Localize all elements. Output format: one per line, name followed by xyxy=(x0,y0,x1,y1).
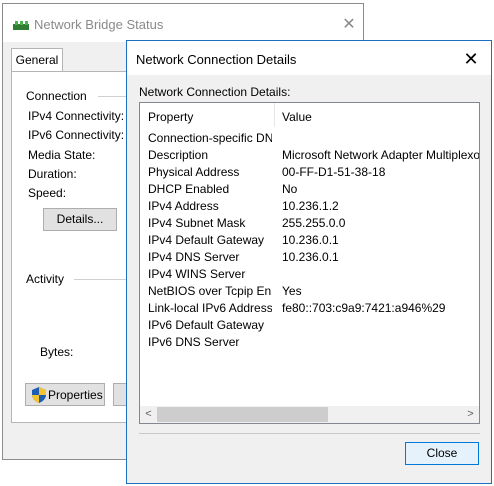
network-connection-details-dialog: Network Connection Details ✕ Network Con… xyxy=(126,40,492,484)
value-cell: Microsoft Network Adapter Multiplexor Dr… xyxy=(282,148,479,162)
bg-close-button[interactable]: ✕ xyxy=(339,15,359,35)
dialog-divider xyxy=(139,433,480,434)
table-row[interactable]: Link-local IPv6 Address fe80::703:c9a9:7… xyxy=(140,300,479,317)
table-row[interactable]: NetBIOS over Tcpip En... Yes xyxy=(140,283,479,300)
value-cell: 10.236.1.2 xyxy=(282,199,339,213)
properties-button[interactable]: Properties xyxy=(25,383,105,406)
property-cell: Connection-specific DN... xyxy=(148,131,272,145)
column-header-value[interactable]: Value xyxy=(282,110,312,124)
table-row[interactable]: Connection-specific DN... xyxy=(140,130,479,147)
value-cell: fe80::703:c9a9:7421:a946%29 xyxy=(282,301,446,315)
property-cell: IPv4 DNS Server xyxy=(148,250,240,264)
table-row[interactable]: IPv4 Subnet Mask 255.255.0.0 xyxy=(140,215,479,232)
property-cell: Physical Address xyxy=(148,165,240,179)
table-row[interactable]: Description Microsoft Network Adapter Mu… xyxy=(140,147,479,164)
media-state-label: Media State: xyxy=(28,148,96,162)
activity-group-label: Activity xyxy=(26,272,65,286)
property-cell: DHCP Enabled xyxy=(148,182,230,196)
properties-button-label: Properties xyxy=(48,388,103,402)
dialog-title: Network Connection Details xyxy=(136,52,297,67)
property-cell: IPv4 Default Gateway xyxy=(148,233,265,247)
details-caption: Network Connection Details: xyxy=(139,85,291,99)
value-cell: 10.236.0.1 xyxy=(282,250,339,264)
value-cell: 255.255.0.0 xyxy=(282,216,346,230)
property-cell: IPv4 Subnet Mask xyxy=(148,216,246,230)
property-cell: IPv4 Address xyxy=(148,199,219,213)
horizontal-scrollbar[interactable]: < > xyxy=(140,406,479,423)
table-row[interactable]: IPv4 DNS Server 10.236.0.1 xyxy=(140,249,479,266)
table-row[interactable]: IPv4 Default Gateway 10.236.0.1 xyxy=(140,232,479,249)
value-cell: Yes xyxy=(282,284,302,298)
ipv4-connectivity-label: IPv4 Connectivity: xyxy=(28,109,125,123)
table-row[interactable]: IPv6 Default Gateway xyxy=(140,317,479,334)
value-cell: 00-FF-D1-51-38-18 xyxy=(282,165,386,179)
scroll-left-icon[interactable]: < xyxy=(140,406,157,423)
close-button[interactable]: Close xyxy=(405,442,479,465)
column-header-property[interactable]: Property xyxy=(148,110,193,124)
network-bridge-icon xyxy=(13,21,29,30)
property-cell: IPv6 Default Gateway xyxy=(148,318,265,332)
bg-window-title: Network Bridge Status xyxy=(34,17,164,32)
table-row[interactable]: DHCP Enabled No xyxy=(140,181,479,198)
value-cell: No xyxy=(282,182,298,196)
property-cell: NetBIOS over Tcpip En... xyxy=(148,284,272,298)
connection-group-label: Connection xyxy=(26,89,87,103)
bytes-label: Bytes: xyxy=(40,345,74,359)
property-cell: IPv6 DNS Server xyxy=(148,335,240,349)
property-cell: Description xyxy=(148,148,209,162)
bg-title-bar: Network Bridge Status ✕ xyxy=(3,4,363,42)
table-row[interactable]: Physical Address 00-FF-D1-51-38-18 xyxy=(140,164,479,181)
property-cell: IPv4 WINS Server xyxy=(148,267,246,281)
table-row[interactable]: IPv4 WINS Server xyxy=(140,266,479,283)
details-button[interactable]: Details... xyxy=(43,208,117,231)
dialog-title-bar: Network Connection Details ✕ xyxy=(127,41,491,75)
scrollbar-thumb[interactable] xyxy=(157,407,328,422)
shield-icon xyxy=(32,387,46,403)
speed-label: Speed: xyxy=(28,186,67,200)
table-row[interactable]: IPv4 Address 10.236.1.2 xyxy=(140,198,479,215)
list-rows: Connection-specific DN... Description Mi… xyxy=(140,130,479,351)
details-list-view[interactable]: Property Value Connection-specific DN...… xyxy=(139,102,480,424)
ipv6-connectivity-label: IPv6 Connectivity: xyxy=(28,128,125,142)
table-row[interactable]: IPv6 DNS Server xyxy=(140,334,479,351)
list-header: Property Value xyxy=(140,103,479,127)
property-cell: Link-local IPv6 Address xyxy=(148,301,272,315)
dialog-close-icon[interactable]: ✕ xyxy=(460,48,482,70)
tab-general[interactable]: General xyxy=(11,48,63,72)
column-separator[interactable] xyxy=(274,103,275,127)
value-cell: 10.236.0.1 xyxy=(282,233,339,247)
duration-label: Duration: xyxy=(28,167,77,181)
scroll-right-icon[interactable]: > xyxy=(462,406,479,423)
